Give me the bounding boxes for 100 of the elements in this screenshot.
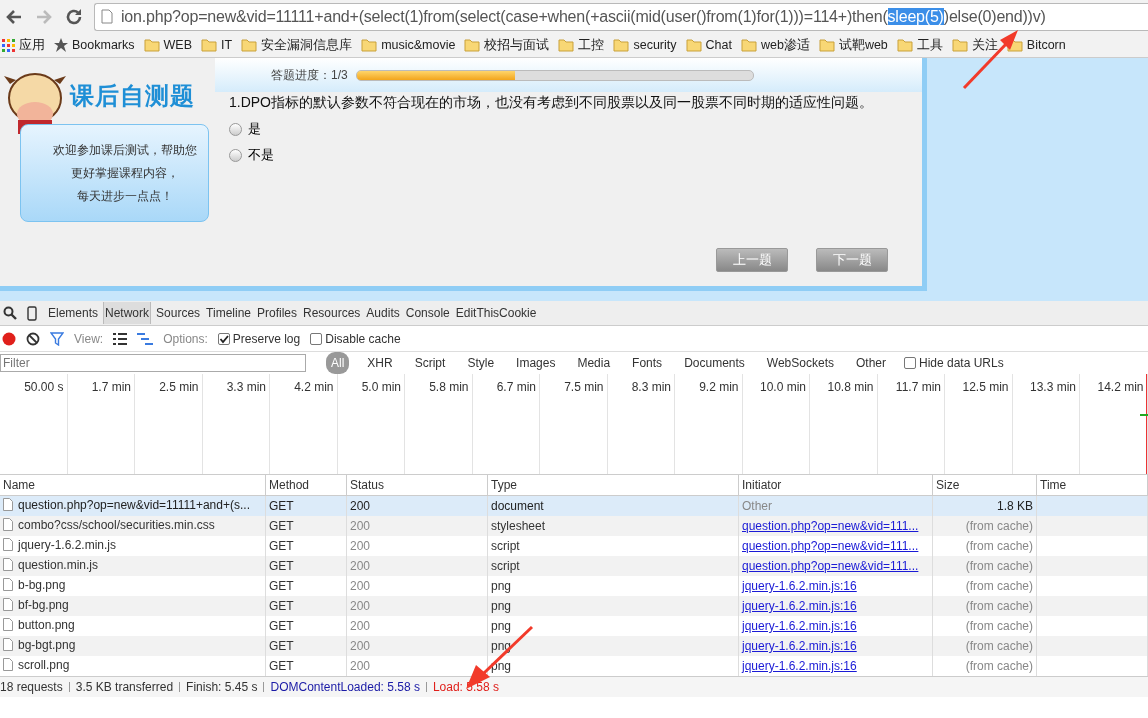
checkbox[interactable]: [310, 332, 323, 345]
checkbox[interactable]: [904, 357, 916, 369]
answer-option[interactable]: 不是: [229, 146, 922, 164]
request-row[interactable]: question.php?op=new&vid=11111+and+(s... GET 200 document Other 1.8 KB: [0, 495, 1148, 516]
table-cell: GET: [269, 499, 294, 513]
bookmark[interactable]: Chat: [685, 38, 732, 52]
bookmark[interactable]: IT: [201, 38, 233, 52]
filter-type[interactable]: Other: [852, 354, 890, 372]
folder-icon: [241, 38, 258, 52]
devtools-tab[interactable]: Resources: [302, 302, 362, 324]
folder-icon: [464, 38, 481, 52]
apps-icon: [2, 38, 15, 52]
filter-type[interactable]: Media: [573, 354, 615, 372]
request-row[interactable]: question.min.js GET 200 script question.php?op=new&vid=111... (from cache): [0, 556, 1148, 576]
table-cell: GET: [269, 579, 294, 593]
timeline-tick: 5.8 min: [429, 380, 469, 394]
table-cell: bf-bg.png: [18, 597, 69, 612]
table-cell: GET: [269, 619, 294, 633]
checkbox[interactable]: [217, 332, 230, 345]
column-header[interactable]: Type: [487, 475, 739, 496]
bookmark[interactable]: security: [613, 38, 677, 52]
filter-type[interactable]: Fonts: [628, 354, 667, 372]
devtools-tab[interactable]: EditThisCookie: [454, 302, 538, 324]
table-cell: 200: [350, 499, 371, 513]
answer-option[interactable]: 是: [229, 120, 922, 138]
devtools-tab[interactable]: Network: [103, 302, 152, 324]
filter-type[interactable]: XHR: [363, 354, 397, 372]
bookmark[interactable]: 工具: [896, 36, 943, 54]
bookmark[interactable]: music&movie: [361, 38, 456, 52]
timeline-tick: 7.5 min: [564, 380, 604, 394]
folder-icon: [613, 38, 630, 52]
filter-icon[interactable]: [50, 331, 64, 346]
bookmark[interactable]: WEB: [143, 38, 192, 52]
radio-button[interactable]: [229, 148, 242, 162]
star-icon: [54, 38, 68, 52]
timeline-tick: 5.0 min: [361, 380, 401, 394]
initiator-link[interactable]: question.php?op=new&vid=111...: [742, 539, 919, 553]
file-icon: [3, 618, 13, 632]
welcome-text: 欢迎参加课后测试，帮助您: [52, 141, 197, 159]
timeline-tick: 2.5 min: [159, 380, 199, 394]
filter-type[interactable]: WebSockets: [762, 354, 838, 372]
checkbox-option[interactable]: Hide data URLs: [904, 356, 1004, 370]
column-header[interactable]: Size: [932, 475, 1037, 496]
request-row[interactable]: bf-bg.png GET 200 png jquery-1.6.2.min.js:16 (from cache): [0, 596, 1148, 616]
bookmark[interactable]: 试靶web: [818, 36, 888, 54]
table-cell: png: [491, 619, 512, 633]
devtools-tab[interactable]: Elements: [47, 302, 100, 324]
table-cell: 200: [350, 639, 371, 653]
initiator-link[interactable]: jquery-1.6.2.min.js:16: [742, 579, 857, 593]
column-header[interactable]: Method: [265, 475, 347, 496]
table-cell: GET: [269, 599, 294, 613]
timeline-tick: 14.2 min: [1097, 380, 1144, 394]
request-row[interactable]: combo?css/school/securities.min.css GET 200 stylesheet question.php?op=new&vid=111... (from cache): [0, 516, 1148, 536]
radio-button[interactable]: [229, 122, 242, 136]
timeline-tick: 12.5 min: [962, 380, 1009, 394]
table-cell: 1.8 KB: [996, 499, 1033, 513]
devtools-tab[interactable]: Audits: [365, 302, 401, 324]
checkbox-option[interactable]: Preserve log: [217, 331, 301, 346]
filter-type[interactable]: Documents: [680, 354, 749, 372]
folder-icon: [951, 38, 968, 52]
table-cell: question.php?op=new&vid=11111+and+(s...: [18, 497, 250, 512]
filter-type[interactable]: Script: [410, 354, 450, 372]
table-cell: 200: [350, 559, 371, 573]
table-cell: 200: [350, 659, 371, 673]
welcome-text: 更好掌握课程内容，: [70, 164, 179, 182]
timeline-tick: 1.7 min: [91, 380, 131, 394]
devtools-tab[interactable]: Console: [404, 302, 451, 324]
list-view-icon[interactable]: [113, 332, 128, 345]
table-cell: 200: [350, 599, 371, 613]
bookmark[interactable]: web渗适: [740, 36, 810, 54]
devtools-tab[interactable]: Timeline: [205, 302, 252, 324]
devtools-tab[interactable]: Sources: [155, 302, 202, 324]
bookmark[interactable]: 关注: [951, 36, 998, 54]
filter-type[interactable]: Style: [463, 354, 499, 372]
column-header[interactable]: Initiator: [738, 475, 933, 496]
bookmark[interactable]: 工控: [558, 36, 605, 54]
filter-type[interactable]: Images: [512, 354, 560, 372]
search-icon[interactable]: [3, 306, 17, 320]
waterfall-view-icon[interactable]: [137, 332, 154, 345]
view-label: View:: [74, 331, 104, 346]
table-cell: GET: [269, 539, 294, 553]
filter-field[interactable]: Filter: [0, 354, 306, 372]
bookmark[interactable]: 应用: [2, 36, 45, 54]
column-header[interactable]: Name: [0, 475, 266, 496]
table-cell: 200: [350, 519, 371, 533]
bookmark[interactable]: 校招与面试: [464, 36, 550, 54]
checkbox-option[interactable]: Disable cache: [310, 331, 401, 346]
initiator-link[interactable]: jquery-1.6.2.min.js:16: [742, 659, 857, 673]
file-icon: [3, 498, 13, 512]
column-header[interactable]: Time: [1036, 475, 1148, 496]
bookmark[interactable]: 安全漏洞信息库: [241, 36, 353, 54]
table-cell: scroll.png: [18, 657, 70, 672]
folder-icon: [558, 38, 575, 52]
phone-icon[interactable]: [27, 305, 37, 321]
column-header[interactable]: Status: [346, 475, 488, 496]
clear-icon[interactable]: [26, 331, 40, 346]
initiator-link[interactable]: jquery-1.6.2.min.js:16: [742, 619, 857, 633]
record-icon[interactable]: [2, 331, 16, 346]
bookmark[interactable]: Bookmarks: [54, 38, 135, 52]
devtools-tab[interactable]: Profiles: [256, 302, 298, 324]
